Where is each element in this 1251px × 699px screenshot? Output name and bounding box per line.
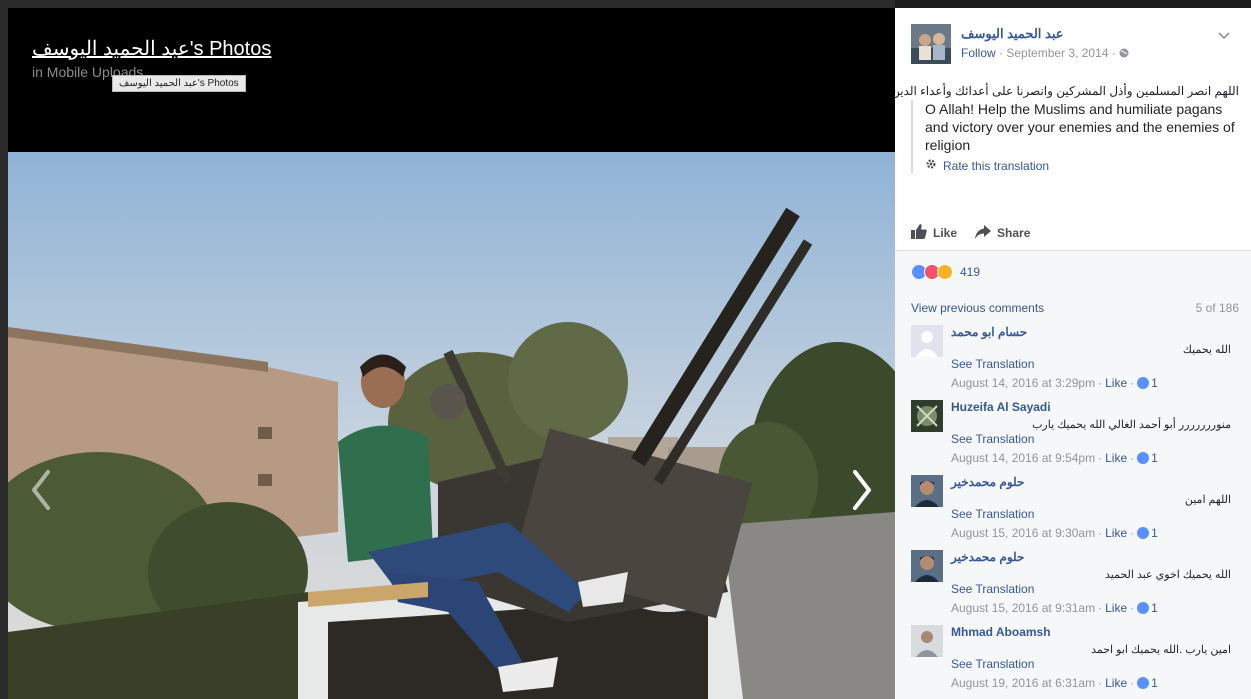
comment-like-count[interactable]: 1 <box>1137 676 1158 690</box>
comment-like-link[interactable]: Like <box>1105 376 1127 390</box>
share-label: Share <box>997 226 1031 240</box>
thumbs-up-icon <box>1137 527 1150 539</box>
comment-meta: August 15, 2016 at 9:31am · Like · 1 <box>951 601 1158 615</box>
commenter-name[interactable]: حلوم محمدخير <box>951 550 1024 564</box>
author-name[interactable]: عبد الحميد اليوسف <box>961 26 1064 42</box>
chevron-right-icon[interactable] <box>843 460 879 520</box>
album-title-link[interactable]: عبد الحميد اليوسف's Photos <box>32 36 271 61</box>
commenter-avatar[interactable] <box>911 625 943 657</box>
see-translation-link[interactable]: See Translation <box>951 582 1034 596</box>
commenter-name[interactable]: حسام ابو محمد <box>951 325 1027 339</box>
thumbs-up-icon <box>1137 677 1150 689</box>
like-button[interactable]: Like <box>911 224 957 242</box>
reaction-icons <box>911 264 953 280</box>
comment-meta: August 14, 2016 at 3:29pm · Like · 1 <box>951 376 1158 390</box>
commenter-avatar[interactable] <box>911 550 943 582</box>
translation-block: O Allah! Help the Muslims and humiliate … <box>911 100 1241 173</box>
rate-translation-row: Rate this translation <box>925 158 1241 173</box>
angry-reaction-icon <box>937 264 953 280</box>
reactions-bar[interactable]: 419 <box>895 251 1251 293</box>
commenter-avatar[interactable] <box>911 475 943 507</box>
title-tooltip: عبد الحميد اليوسف's Photos <box>112 75 246 92</box>
author-avatar[interactable] <box>911 24 951 64</box>
comment-item: Huzeifa Al Sayadi منوررررررر أبو أحمد ال… <box>911 400 1241 475</box>
comment-time[interactable]: August 15, 2016 at 9:31am <box>951 601 1095 615</box>
thumbs-up-icon <box>1137 377 1150 389</box>
comment-time[interactable]: August 14, 2016 at 9:54pm <box>951 451 1095 465</box>
like-count-value: 1 <box>1151 601 1158 615</box>
post-date[interactable]: September 3, 2014 <box>1006 46 1108 60</box>
left-edge <box>0 0 8 699</box>
comment-text: منوررررررر أبو أحمد الغالي الله يحميك يا… <box>1032 419 1231 431</box>
comment-like-count[interactable]: 1 <box>1137 451 1158 465</box>
reaction-count[interactable]: 419 <box>960 265 980 279</box>
globe-icon <box>1119 46 1129 60</box>
share-arrow-icon <box>975 224 992 242</box>
comments-panel: عبد الحميد اليوسف Follow · September 3, … <box>895 8 1251 699</box>
like-count-value: 1 <box>1151 526 1158 540</box>
comment-like-count[interactable]: 1 <box>1137 526 1158 540</box>
meta-separator: · <box>995 46 1007 60</box>
see-translation-link[interactable]: See Translation <box>951 357 1034 371</box>
thumbs-up-icon <box>1137 452 1150 464</box>
commenter-name[interactable]: Huzeifa Al Sayadi <box>951 400 1051 414</box>
comment-text: اللهم امين <box>1184 494 1231 506</box>
see-translation-link[interactable]: See Translation <box>951 657 1034 671</box>
comment-like-count[interactable]: 1 <box>1137 601 1158 615</box>
follow-link[interactable]: Follow <box>961 46 996 60</box>
comment-item: حلوم محمدخير الله يحميك اخوي عبد الحميد … <box>911 550 1241 625</box>
comment-like-count[interactable]: 1 <box>1137 376 1158 390</box>
comment-meta: August 15, 2016 at 9:30am · Like · 1 <box>951 526 1158 540</box>
comment-count: 5 of 186 <box>1195 301 1239 315</box>
thumbs-up-icon <box>1137 602 1150 614</box>
like-count-value: 1 <box>1151 676 1158 690</box>
commenter-avatar[interactable] <box>911 325 943 357</box>
comment-time[interactable]: August 14, 2016 at 3:29pm <box>951 376 1095 390</box>
like-count-value: 1 <box>1151 451 1158 465</box>
view-previous-comments[interactable]: View previous comments <box>911 301 1044 315</box>
post-meta: Follow · September 3, 2014 · <box>961 46 1129 60</box>
post-header: عبد الحميد اليوسف Follow · September 3, … <box>911 24 1241 68</box>
comment-meta: August 19, 2016 at 6:31am · Like · 1 <box>951 676 1158 690</box>
comment-like-link[interactable]: Like <box>1105 676 1127 690</box>
thumbs-up-icon <box>911 224 927 242</box>
rate-translation-link[interactable]: Rate this translation <box>943 159 1049 173</box>
post-text-arabic: اللهم انصر المسلمين وأذل المشركين وانصرن… <box>895 84 1239 98</box>
see-translation-link[interactable]: See Translation <box>951 432 1034 446</box>
comment-like-link[interactable]: Like <box>1105 601 1127 615</box>
comment-text: امين يارب .الله يحميك ابو احمد <box>1091 644 1231 656</box>
post-translation: O Allah! Help the Muslims and humiliate … <box>925 101 1235 153</box>
post-actions: Like Share <box>911 224 1030 242</box>
comment-like-link[interactable]: Like <box>1105 526 1127 540</box>
comment-meta: August 14, 2016 at 9:54pm · Like · 1 <box>951 451 1158 465</box>
photo-header: عبد الحميد اليوسف's Photos in Mobile Upl… <box>8 8 895 152</box>
share-button[interactable]: Share <box>975 224 1030 242</box>
like-count-value: 1 <box>1151 376 1158 390</box>
chevron-down-icon[interactable] <box>1217 28 1231 40</box>
comment-item: حلوم محمدخير اللهم امين See Translation … <box>911 475 1241 550</box>
comment-text: الله يحميك <box>1182 344 1231 356</box>
commenter-name[interactable]: حلوم محمدخير <box>951 475 1024 489</box>
comment-like-link[interactable]: Like <box>1105 451 1127 465</box>
commenter-avatar[interactable] <box>911 400 943 432</box>
comment-item: حسام ابو محمد الله يحميك See Translation… <box>911 325 1241 400</box>
comment-item: Mhmad Aboamsh امين يارب .الله يحميك ابو … <box>911 625 1241 699</box>
comment-time[interactable]: August 15, 2016 at 9:30am <box>951 526 1095 540</box>
comment-text: الله يحميك اخوي عبد الحميد <box>1104 569 1231 581</box>
comments-list: View previous comments 5 of 186 حسام ابو… <box>895 293 1251 699</box>
meta-separator: · <box>1108 46 1120 60</box>
gear-icon <box>925 158 937 173</box>
top-strip <box>0 0 895 8</box>
see-translation-link[interactable]: See Translation <box>951 507 1034 521</box>
photo-image <box>8 152 895 699</box>
chevron-left-icon[interactable] <box>24 460 60 520</box>
commenter-name[interactable]: Mhmad Aboamsh <box>951 625 1051 639</box>
like-label: Like <box>933 226 958 240</box>
comment-time[interactable]: August 19, 2016 at 6:31am <box>951 676 1095 690</box>
